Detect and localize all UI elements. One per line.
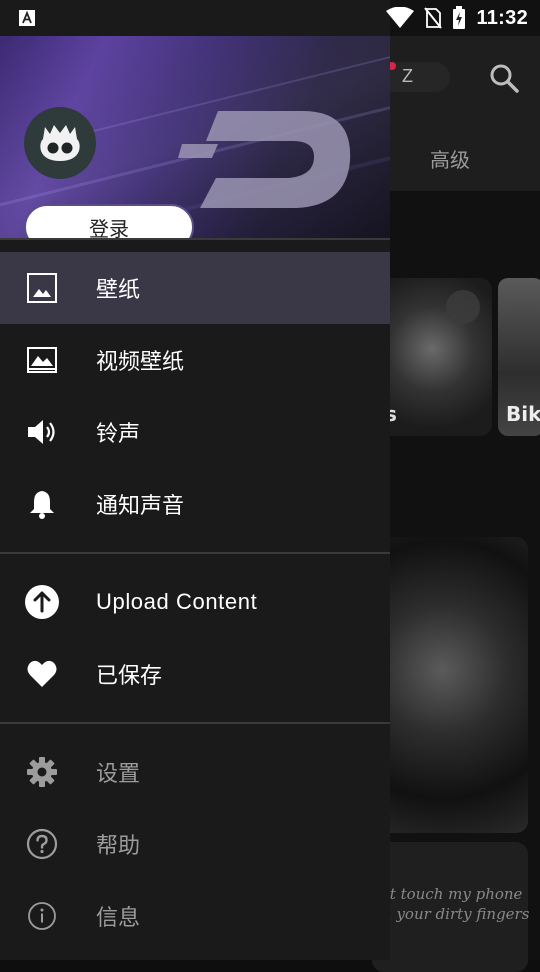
avatar-face-icon <box>40 125 80 161</box>
bell-icon <box>24 486 60 522</box>
background-pill-text: Z <box>402 66 413 86</box>
avatar[interactable] <box>24 107 96 179</box>
menu-item-ringtones[interactable]: 铃声 <box>0 396 390 468</box>
menu-item-notification-sounds[interactable]: 通知声音 <box>0 468 390 540</box>
wallpaper-card[interactable] <box>372 537 528 833</box>
navigation-drawer: 登录 壁纸 视频壁纸 铃声 通知声音 Upload Content 已保存 设置… <box>0 0 390 960</box>
menu-item-label: 铃声 <box>96 422 141 447</box>
no-sim-icon <box>424 7 443 29</box>
login-button[interactable]: 登录 <box>24 204 194 239</box>
zedge-logo-icon <box>178 111 351 208</box>
card-caption: n't touch my phone th your dirty fingers <box>376 884 529 924</box>
tab-advanced[interactable]: 高级 <box>430 144 470 173</box>
search-icon[interactable] <box>488 62 520 94</box>
status-time: 11:32 <box>476 6 528 29</box>
speaker-icon <box>24 414 60 450</box>
menu-item-label: 帮助 <box>96 834 141 859</box>
heart-icon <box>24 656 60 692</box>
menu-item-help[interactable]: 帮助 <box>0 808 390 880</box>
card-title: Bik <box>506 402 540 426</box>
menu-item-video-wallpapers[interactable]: 视频壁纸 <box>0 324 390 396</box>
wifi-icon <box>386 7 415 28</box>
menu-item-settings[interactable]: 设置 <box>0 736 390 808</box>
menu-item-label: 壁纸 <box>96 278 141 303</box>
video-wallpaper-icon <box>24 342 60 378</box>
menu-item-label: Upload Content <box>96 589 258 614</box>
help-icon <box>24 826 60 862</box>
card-caption-line: n't touch my phone <box>376 885 523 903</box>
menu-item-label: 通知声音 <box>96 494 185 519</box>
login-button-label: 登录 <box>89 216 129 240</box>
menu-item-upload-content[interactable]: Upload Content <box>0 566 390 638</box>
battery-charging-icon <box>453 6 466 29</box>
upload-icon <box>24 584 60 620</box>
menu-item-label: 已保存 <box>96 664 163 689</box>
divider <box>0 722 390 724</box>
drawer-header: 登录 <box>0 36 390 239</box>
status-bar: 11:32 <box>0 0 540 36</box>
menu-item-info[interactable]: 信息 <box>0 880 390 952</box>
menu-item-label: 信息 <box>96 906 141 931</box>
image-badge-icon <box>446 290 480 324</box>
menu-item-wallpapers[interactable]: 壁纸 <box>0 252 390 324</box>
card-caption-line: th your dirty fingers <box>376 905 530 923</box>
menu-item-label: 设置 <box>96 762 141 787</box>
divider <box>0 238 390 240</box>
gear-icon <box>24 754 60 790</box>
info-icon <box>24 898 60 934</box>
app-a-icon <box>19 10 35 26</box>
menu-item-saved[interactable]: 已保存 <box>0 638 390 710</box>
divider <box>0 552 390 554</box>
menu-item-label: 视频壁纸 <box>96 350 185 375</box>
image-icon <box>24 270 60 306</box>
